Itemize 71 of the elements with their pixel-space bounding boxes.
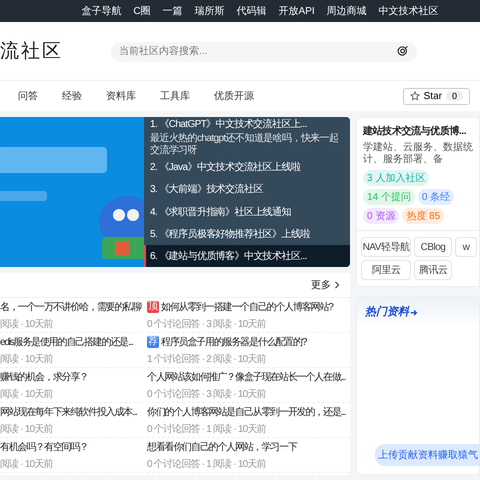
star-button[interactable]: Star 0	[402, 88, 470, 104]
question-meta: 阅读 · 10天前	[0, 458, 54, 470]
banner-item-title: 2. 《Java》中文技术交流社区上线啦	[150, 160, 302, 174]
stat-tag: 热度 85	[402, 208, 444, 224]
chevron-icon	[334, 281, 340, 289]
top-nav-link[interactable]: 代码辑	[236, 4, 267, 18]
question-link[interactable]: 你们的个人博客网站是自己从零到一开发的，还是...	[147, 404, 346, 418]
banner-item-title: 4. 《求职晋升指南》社区上线通知	[150, 206, 292, 218]
site-link[interactable]: 腾讯云	[414, 260, 452, 280]
star-count: 0	[446, 91, 463, 101]
question-link[interactable]: edis服务是使用的自己搭建的还是...	[0, 334, 133, 348]
nav-tab[interactable]: 问答	[18, 89, 38, 103]
question-meta: 阅读 · 10天前	[0, 352, 54, 366]
top-nav-link[interactable]: 周边商城	[326, 4, 367, 18]
question-meta: 阅读 · 10天前	[0, 318, 54, 330]
site-link[interactable]: CBlog	[414, 237, 452, 257]
banner-item-description: 最近火热的chatgpt还不知道是啥吗，快来一起交流学习呀	[150, 133, 340, 156]
nav-tab[interactable]: 工具库	[160, 89, 190, 103]
stat-tag: 0 条经	[418, 189, 454, 205]
banner-list-item[interactable]: 1. 《ChatGPT》中文技术交流社区上... 最近火热的chatgpt还不知道是啥吗，快来一起交流学习呀	[144, 117, 350, 156]
top-nav-link[interactable]: 一篇	[162, 4, 183, 18]
question-tag: 荐	[147, 336, 159, 348]
banner-item-title: 3. 《大前端》技术交流社区	[150, 182, 264, 196]
site-link[interactable]: NAV轻导航	[361, 237, 411, 257]
question-link[interactable]: 个人网站该如何推广？像盒子现在站长一个人在做...	[147, 370, 346, 384]
question-link[interactable]: 想看看你们自己的个人网站，学习一下	[147, 440, 297, 454]
question-meta: 0 个讨论回答 · 1 阅读 · 10天前	[147, 458, 267, 470]
question-meta: 1 个讨论回答 · 2 阅读 · 10天前	[147, 352, 267, 366]
question-meta: 0 个讨论回答 · 1 阅读 · 10天前	[147, 422, 267, 436]
top-nav-link[interactable]: C圈	[133, 4, 151, 18]
nav-tab[interactable]: 经验	[62, 89, 82, 103]
banner-list-item[interactable]: 3. 《大前端》技术交流社区	[144, 178, 350, 200]
question-link[interactable]: 有机会吗？有空间吗？	[0, 440, 88, 454]
question-meta: 阅读 · 10天前	[0, 388, 54, 400]
question-meta: 0 个讨论回答 · 3 阅读 · 10天前	[147, 388, 267, 400]
community-title: 建站技术交流与优质博...	[363, 124, 468, 138]
top-nav-link[interactable]: 盒子导航	[81, 4, 122, 18]
stat-tag: 0 资源	[363, 208, 400, 224]
star-icon	[410, 91, 420, 101]
banner-list-item[interactable]: 2. 《Java》中文技术交流社区上线啦	[144, 156, 350, 178]
question-link[interactable]: 赚钱的机会，求分享？	[0, 370, 88, 384]
nav-tab[interactable]: 优质开源	[214, 89, 254, 103]
question-meta: 阅读 · 10天前	[0, 422, 54, 436]
question-link[interactable]: 如何从零到一搭建一个自己的个人博客网站?	[161, 300, 333, 314]
arrow-icon	[410, 308, 418, 316]
search-field[interactable]: 当前社区内容搜索...	[111, 42, 417, 62]
question-link[interactable]: 名，一个一万不讲价哈，需要的私聊	[0, 300, 141, 314]
banner-item-title: 5. 《程序员极客好物推荐社区》上线啦	[150, 228, 311, 241]
site-link[interactable]: w	[455, 237, 477, 257]
hot-resources-title: 热门资料	[365, 304, 409, 319]
question-meta: 0 个讨论回答 · 3 阅读 · 10天前	[147, 318, 267, 330]
upload-button[interactable]: 上传贡献资料赚取猿气	[375, 444, 480, 466]
stat-tag: 3 人加入社区	[363, 170, 430, 186]
top-nav-link[interactable]: 瑞所斯	[194, 4, 225, 18]
stat-tag: 14 个提问	[363, 189, 415, 205]
nav-tab[interactable]: 资料库	[106, 89, 136, 103]
search-icon[interactable]	[397, 45, 409, 57]
banner-list-item[interactable]: 5. 《程序员极客好物推荐社区》上线啦	[144, 222, 350, 245]
community-description: 学建站、云服务、数据统计、服务部署、备	[363, 142, 474, 166]
top-nav-link[interactable]: 开放API	[278, 4, 315, 18]
banner-item-title: 1. 《ChatGPT》中文技术交流社区上...	[150, 118, 308, 131]
site-link[interactable]: 阿里云	[361, 260, 411, 280]
question-tag: 顶	[147, 300, 159, 312]
banner-list-item[interactable]: 4. 《求职晋升指南》社区上线通知	[144, 200, 350, 223]
banner-list-item[interactable]: 6. 《建站与优质博客》中文技术社区...	[144, 244, 350, 267]
top-nav-link[interactable]: 中文技术社区	[378, 4, 439, 18]
banner-item-title: 6. 《建站与优质博客》中文技术社区...	[150, 250, 308, 263]
more-link[interactable]: 更多	[311, 278, 340, 292]
site-logo-text: 流社区	[0, 40, 63, 64]
question-link[interactable]: 网站现在每年下来纯软件投入成本...	[0, 404, 137, 418]
question-link[interactable]: 程序员盒子用的服务器是什么配置的?	[161, 334, 306, 348]
